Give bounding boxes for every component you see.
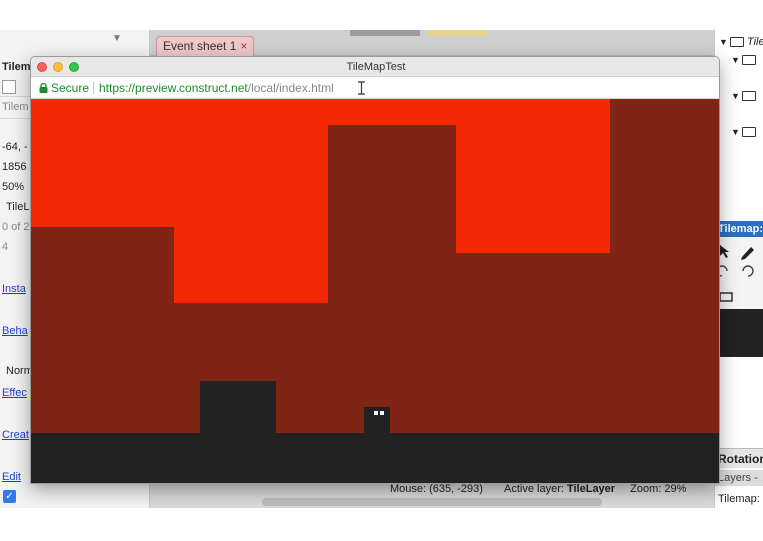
plugin-name: Tilem: [2, 101, 29, 113]
effects-link[interactable]: Effec: [2, 384, 27, 402]
horizontal-scrollbar[interactable]: [262, 498, 602, 506]
rotation-header: Rotation: [715, 448, 763, 468]
wall-block-tall: [328, 125, 456, 433]
folder-icon: [741, 91, 756, 102]
window-titlebar[interactable]: TileMapTest: [31, 57, 719, 77]
preview-browser-window: TileMapTest Secure https://preview.const…: [30, 56, 720, 484]
url-path: /local/index.html: [247, 81, 334, 95]
tilemap-bar-header: Tilemap: T: [715, 221, 763, 237]
close-icon[interactable]: ×: [240, 39, 247, 53]
tab-tilemap[interactable]: Tilemap:: [715, 490, 763, 508]
game-canvas[interactable]: [31, 99, 719, 483]
rotate-right-icon: [742, 265, 754, 277]
player-character: [364, 407, 390, 433]
wall-block-left: [31, 227, 174, 433]
zoom-level: Zoom: 29%: [630, 483, 687, 495]
panel-collapse-icon[interactable]: ▼: [112, 30, 122, 48]
position-value[interactable]: -64, -: [2, 138, 28, 156]
tab-event-sheet-label: Event sheet 1: [163, 39, 237, 53]
instance-count: 0 of 2: [2, 221, 30, 233]
tab-placeholder: [428, 30, 488, 36]
secure-label: Secure: [51, 81, 90, 95]
folder-icon: [719, 292, 733, 302]
tree-folder[interactable]: ▼: [731, 52, 756, 68]
editor-tab-strip: Event sheet 1 ×: [150, 30, 715, 56]
panel-checkbox[interactable]: [2, 80, 16, 94]
url-host: https://preview.construct.net: [99, 81, 248, 95]
tilemap-tool-icons[interactable]: [718, 243, 758, 305]
edit-link[interactable]: Edit: [2, 468, 21, 486]
ground-bump: [200, 381, 276, 433]
lock-icon: [39, 83, 48, 93]
project-panel: ▼ Tile ▼ ▼ ▼ Tilemap: T Rotation Layers …: [714, 30, 763, 508]
chevron-down-icon[interactable]: ▼: [731, 55, 740, 65]
pointer-icon: [720, 245, 729, 258]
active-layer-label: Active layer:: [504, 483, 567, 495]
chevron-down-icon[interactable]: ▼: [731, 91, 740, 101]
tree-folder[interactable]: ▼: [731, 88, 756, 104]
behaviors-link[interactable]: Beha: [2, 322, 28, 340]
address-divider: [93, 82, 94, 94]
wall-block-mid: [456, 253, 610, 433]
layer-value[interactable]: TileL: [6, 198, 29, 216]
player-eye: [380, 411, 384, 415]
opacity-value[interactable]: 50%: [2, 178, 24, 196]
tab-event-sheet[interactable]: Event sheet 1 ×: [156, 36, 255, 56]
chevron-down-icon[interactable]: ▼: [731, 127, 740, 137]
pencil-icon: [741, 247, 754, 260]
active-layer-value: TileLayer: [566, 483, 616, 495]
chevron-down-icon[interactable]: ▼: [719, 37, 728, 47]
tilemap-tile-preview[interactable]: [715, 309, 763, 357]
tree-folder[interactable]: ▼: [731, 124, 756, 140]
tree-root[interactable]: ▼ Tile: [719, 34, 763, 50]
screen-frame: ▼ Tilem Tilem -64, - 1856 50% TileL 0 of…: [0, 0, 763, 541]
active-layer: Active layer: TileLayer: [504, 483, 615, 495]
text-cursor-icon: [358, 81, 365, 95]
size-value[interactable]: 1856: [2, 158, 26, 176]
object-type-name: Tilem: [2, 61, 31, 73]
create-link[interactable]: Creat: [2, 426, 29, 444]
mouse-position: Mouse: (635, -293): [390, 483, 483, 495]
window-title: TileMapTest: [346, 61, 406, 73]
url-text[interactable]: https://preview.construct.net/local/inde…: [99, 77, 334, 99]
uid-value: 4: [2, 241, 9, 253]
wall-block-right: [610, 99, 719, 433]
enabled-checkbox[interactable]: ✓: [3, 490, 16, 503]
folder-icon: [729, 37, 744, 48]
tab-placeholder: [350, 30, 420, 36]
folder-icon: [741, 55, 756, 66]
tilemap-toolbar: [715, 237, 763, 309]
instance-variables-link[interactable]: Insta: [2, 280, 26, 298]
construct-editor: ▼ Tilem Tilem -64, - 1856 50% TileL 0 of…: [0, 30, 763, 508]
ground-floor: [31, 433, 719, 483]
player-eye: [374, 411, 378, 415]
address-bar[interactable]: Secure https://preview.construct.net/loc…: [31, 77, 719, 99]
tab-layers[interactable]: Layers -: [715, 470, 763, 486]
tree-root-label: Tile: [746, 36, 763, 48]
folder-icon: [741, 127, 756, 138]
blend-mode-value[interactable]: Norm: [6, 362, 33, 380]
